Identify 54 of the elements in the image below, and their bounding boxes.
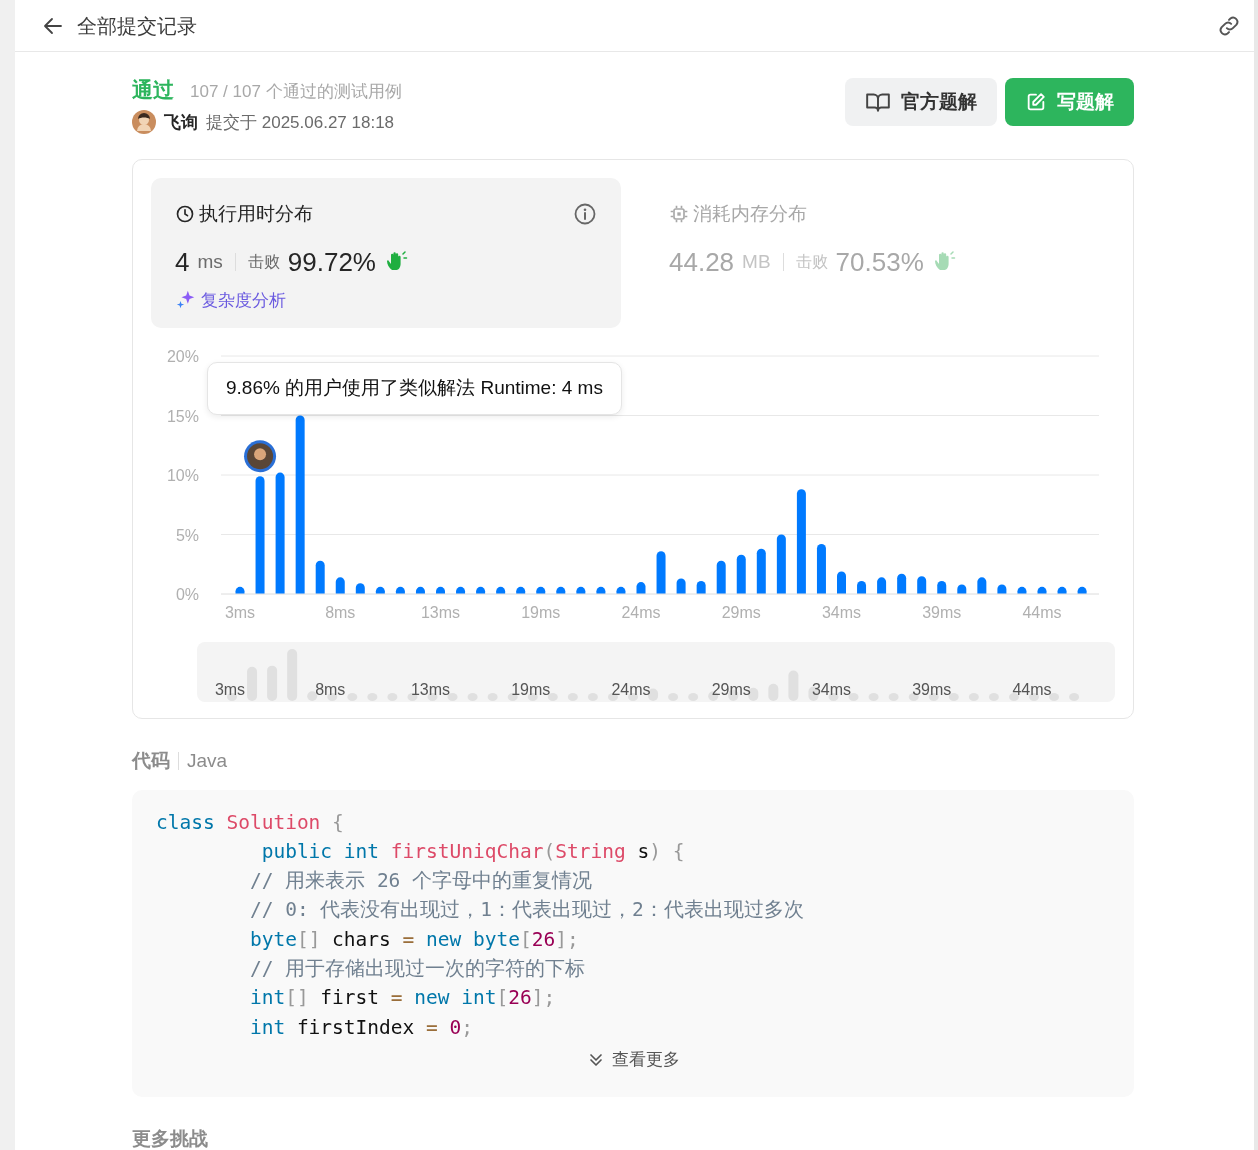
code-line: int firstIndex = 0; — [248, 1014, 474, 1041]
axis-label: 39ms — [912, 681, 952, 698]
axis-label: 24ms — [611, 681, 651, 698]
code-line: // 用来表示 26 个字母中的重复情况 — [248, 868, 594, 895]
panel-title: 执行用时分布 — [199, 202, 313, 226]
panel-title: 消耗内存分布 — [693, 202, 807, 226]
axis-label: 19ms — [521, 604, 561, 621]
axis-label: 24ms — [621, 604, 661, 621]
axis-label: 3ms — [224, 604, 256, 621]
axis-label: 8ms — [325, 604, 356, 621]
axis-label: 20% — [166, 348, 199, 365]
page-title: 全部提交记录 — [77, 13, 197, 39]
stat-panel[interactable]: 执行用时分布 4 ms 击败 99.72% 复杂度分析 — [151, 178, 621, 328]
axis-label: 10% — [166, 467, 199, 484]
stat-unit: ms — [197, 249, 223, 274]
axis-label: 44ms — [1022, 604, 1062, 621]
axis-label: 34ms — [821, 604, 862, 621]
axis-label: 15% — [166, 407, 199, 425]
code-line: int[] first = new int[26]; — [248, 985, 557, 1012]
axis-label: 29ms — [721, 604, 761, 621]
section-title: 更多挑战 — [132, 1126, 209, 1150]
beat-percent: 99.72% — [287, 245, 376, 279]
code-line: public int firstUniqChar(String s) { — [260, 838, 686, 865]
complexity-analysis-link[interactable]: 复杂度分析 — [175, 287, 286, 313]
beat-label: 击败 — [247, 252, 280, 272]
axis-label: 8ms — [315, 681, 346, 698]
beat-label: 击败 — [795, 252, 828, 272]
status-text: 通过 — [132, 77, 174, 103]
code-line: // 用于存储出现过一次的字符的下标 — [248, 956, 587, 982]
axis-label: 0% — [175, 586, 199, 603]
axis-label: 13ms — [410, 681, 451, 698]
language-label: Java — [187, 749, 228, 773]
code-line: class Solution { — [156, 809, 345, 836]
code-line: byte[] chars = new byte[26]; — [248, 926, 580, 953]
user-name[interactable]: 飞询 — [164, 109, 198, 135]
chart-tooltip: 9.86% 的用户使用了类似解法 Runtime: 4 ms — [207, 362, 622, 415]
show-more-button[interactable]: 查看更多 — [580, 1045, 686, 1074]
axis-label: 29ms — [711, 681, 751, 698]
test-count: 107 / 107 个通过的测试用例 — [190, 81, 402, 103]
section-title: 代码 — [132, 749, 170, 773]
axis-label: 3ms — [214, 681, 246, 698]
axis-label: 39ms — [922, 604, 962, 621]
stat-unit: MB — [742, 249, 771, 274]
axis-label: 19ms — [511, 681, 551, 698]
beat-percent: 70.53% — [835, 245, 924, 279]
submit-time: 提交于 2025.06.27 18:18 — [206, 111, 395, 134]
axis-label: 34ms — [811, 681, 852, 698]
stat-value: 4 — [175, 245, 190, 279]
axis-label: 13ms — [420, 604, 461, 621]
axis-label: 5% — [175, 526, 199, 544]
code-line: // 0: 代表没有出现过，1：代表出现过，2：代表出现过多次 — [248, 897, 805, 924]
stat-value: 44.28 — [669, 245, 735, 279]
axis-label: 44ms — [1012, 681, 1052, 698]
solution-button[interactable]: 官方题解 — [845, 78, 997, 126]
